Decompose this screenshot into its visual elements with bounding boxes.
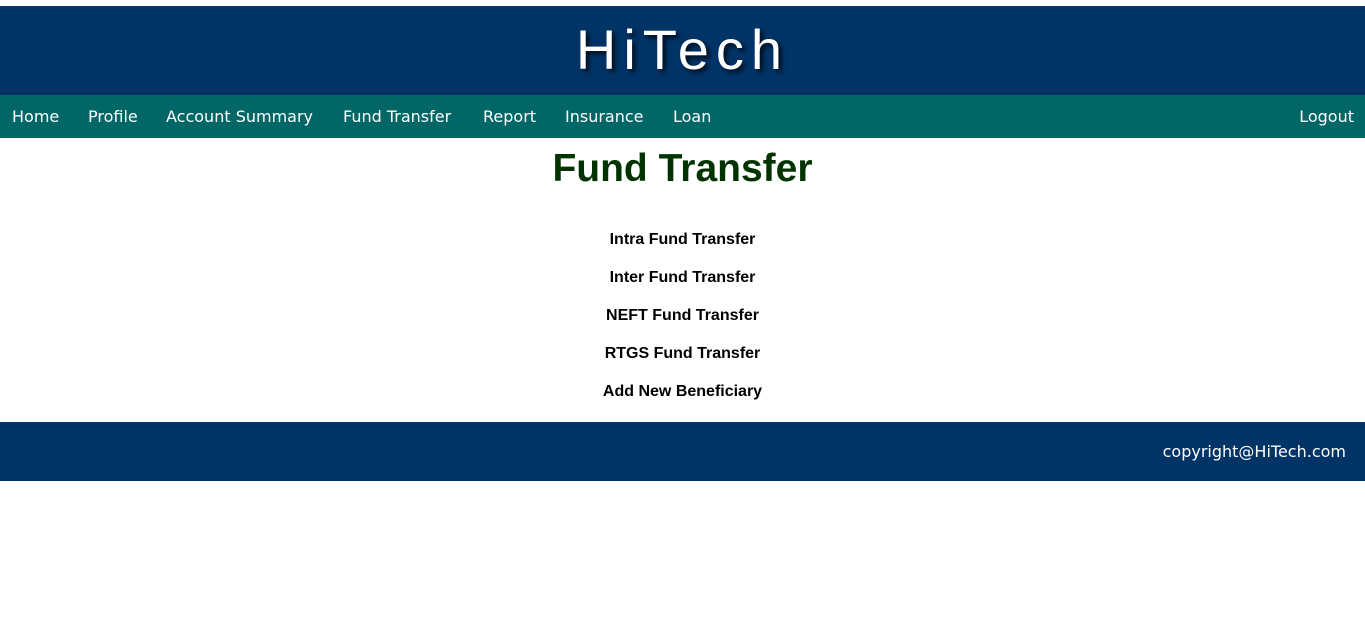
add-new-beneficiary-link[interactable]: Add New Beneficiary <box>0 381 1365 419</box>
nav-item-report[interactable]: Report <box>483 95 536 138</box>
site-logo: HiTech <box>575 18 790 81</box>
intra-fund-transfer-link[interactable]: Intra Fund Transfer <box>0 229 1365 267</box>
nav-item-insurance[interactable]: Insurance <box>565 95 644 138</box>
main-navbar: Home Profile Account Summary Fund Transf… <box>0 95 1365 138</box>
site-header: HiTech <box>0 6 1365 95</box>
page-title: Fund Transfer <box>552 147 813 190</box>
fund-transfer-options: Intra Fund Transfer Inter Fund Transfer … <box>0 229 1365 419</box>
nav-item-home[interactable]: Home <box>12 95 59 138</box>
rtgs-fund-transfer-link[interactable]: RTGS Fund Transfer <box>0 343 1365 381</box>
nav-item-account-summary[interactable]: Account Summary <box>166 95 313 138</box>
logout-link[interactable]: Logout <box>1299 95 1354 138</box>
neft-fund-transfer-link[interactable]: NEFT Fund Transfer <box>0 305 1365 343</box>
copyright-text: copyright@HiTech.com <box>1162 442 1346 461</box>
nav-item-fund-transfer[interactable]: Fund Transfer <box>343 95 451 138</box>
nav-item-loan[interactable]: Loan <box>673 95 711 138</box>
site-footer: copyright@HiTech.com <box>0 422 1365 481</box>
inter-fund-transfer-link[interactable]: Inter Fund Transfer <box>0 267 1365 305</box>
nav-item-profile[interactable]: Profile <box>88 95 138 138</box>
